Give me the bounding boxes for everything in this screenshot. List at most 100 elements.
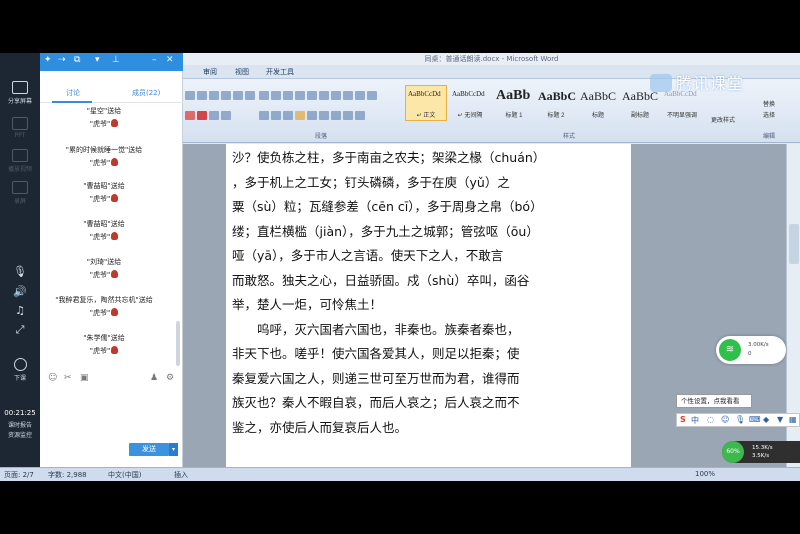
language-status[interactable]: 中文(中国) (108, 470, 141, 480)
tab-discussion[interactable]: 讨论 (66, 88, 80, 98)
resource-monitor-link[interactable]: 资源监控 (0, 430, 40, 439)
emoji-icon[interactable]: ☺ (721, 415, 729, 424)
classroom-sidebar: 分享屏幕 PPT 播放视频 录屏 🎙 🔊 ♫ ⤢ 下课 00:21:25 课时报… (0, 53, 40, 467)
network-speed-widget[interactable]: ≋ 3.00K/s 0 (716, 336, 786, 364)
shirt-icon[interactable]: ▼ (777, 415, 783, 424)
class-timer: 00:21:25 (4, 409, 36, 417)
close-icon[interactable]: ✕ (166, 55, 174, 65)
status-bar: 页面: 2/7 字数: 2,988 中文(中国) 插入 100% (0, 467, 800, 481)
window-title: 同桌：普通话朗读.docx - Microsoft Word (183, 53, 800, 65)
doc-line: 鉴之，亦使后人而复哀后人也。 (232, 419, 408, 435)
select-button[interactable]: 选择 (763, 110, 775, 119)
chat-message: "曹喆昭"送给 "虎爷" (83, 220, 125, 241)
tab-review[interactable]: 审阅 (203, 67, 217, 77)
emoji-icon[interactable]: ☺ (48, 373, 57, 383)
ppt-icon (12, 117, 28, 130)
users-icon[interactable]: ♟ (150, 373, 158, 383)
ime-mode[interactable]: 中 (691, 415, 699, 426)
replace-button[interactable]: 替换 (763, 99, 775, 108)
chat-message: "刘琦"送给 "虎爷" (86, 258, 122, 279)
voice-icon[interactable]: 🎙 (735, 415, 745, 424)
edit-group-label: 编辑 (763, 133, 776, 140)
style-title[interactable]: AaBbC 标题 (577, 85, 619, 121)
scissors-icon[interactable]: ✂ (64, 373, 72, 383)
ime-tooltip[interactable]: 个性设置，点我看看 (676, 394, 752, 408)
font-color-icons[interactable] (185, 111, 231, 120)
system-monitor-widget[interactable]: 60% 15.3K/s 3.5K/s (722, 441, 800, 463)
style-heading-2[interactable]: AaBbC 标题 2 (535, 85, 577, 121)
record-button[interactable]: 录屏 (0, 181, 40, 205)
chat-panel: ✦ ⇢ ⧉ ▾ ⊥ – ✕ 讨论 成员(22) "星空"送给 "虎爷" "累的时… (40, 53, 183, 467)
class-report-link[interactable]: 课时报告 (0, 420, 40, 429)
tab-developer[interactable]: 开发工具 (266, 67, 294, 77)
play-video-button[interactable]: 播放视频 (0, 149, 40, 173)
minimize-icon[interactable]: – (152, 55, 157, 65)
fullscreen-icon[interactable]: ⤢ (0, 323, 40, 337)
paragraph-group-label: 段落 (315, 133, 328, 140)
image-icon[interactable]: ▣ (80, 373, 89, 383)
keyboard-icon[interactable]: ⌨ (749, 415, 761, 424)
zoom-level[interactable]: 100% (695, 470, 715, 478)
doc-line: 秦复爱六国之人，则递三世可至万世而为君，谁得而 (232, 370, 520, 386)
font-format-icons[interactable] (185, 91, 255, 100)
chat-input-toolbar: ☺ ✂ ▣ ♟ ⚙ (48, 373, 176, 385)
active-tab-indicator (52, 101, 92, 103)
settings-icon[interactable]: ✦ (44, 55, 52, 65)
rose-icon (111, 346, 119, 354)
tab-view[interactable]: 视图 (235, 67, 249, 77)
speaker-icon[interactable]: 🔊 (0, 285, 40, 298)
insert-mode[interactable]: 插入 (174, 470, 188, 480)
download-speed: 0 (748, 351, 752, 357)
rose-icon (111, 158, 119, 166)
page-count[interactable]: 页面: 2/7 (4, 470, 34, 480)
doc-line: 沙？使负栋之柱，多于南亩之农夫；架梁之椽（chuán） (232, 150, 546, 165)
send-options-chevron-icon[interactable]: ▾ (169, 443, 178, 456)
rose-icon (111, 232, 119, 240)
chat-message: "累的时候就睡一觉"送给 "虎爷" (65, 146, 143, 167)
align-icons[interactable] (259, 111, 365, 120)
video-icon (12, 149, 28, 162)
play-logo-icon (650, 74, 672, 92)
gear-icon[interactable]: ⚙ (166, 373, 174, 383)
rose-icon (111, 194, 119, 202)
chat-scrollbar[interactable] (176, 321, 180, 366)
change-styles-button[interactable]: 更改样式 (711, 115, 735, 124)
doc-line: ，多于机上之工女；钉头磷磷，多于在庾（yǔ）之 (232, 174, 510, 190)
chat-tabs: 讨论 成员(22) (40, 81, 183, 103)
rose-icon (111, 119, 119, 127)
style-normal[interactable]: AaBbCcDd ↵ 正文 (405, 85, 447, 121)
send-button[interactable]: 发送 (129, 443, 169, 456)
ppt-button[interactable]: PPT (0, 117, 40, 139)
skin-icon[interactable]: ◆ (763, 415, 769, 424)
styles-group-label: 样式 (563, 133, 576, 140)
upload-speed: 3.00K/s (748, 342, 769, 348)
rose-icon (111, 270, 119, 278)
style-no-spacing[interactable]: AaBbCcDd ↵ 无间隔 (449, 85, 491, 121)
net-upload: 15.3K/s (752, 445, 773, 451)
chat-message: "我醉君复乐，陶然共忘机"送给 "虎爷" (55, 296, 153, 317)
sogou-icon[interactable]: S (680, 415, 686, 424)
tab-members[interactable]: 成员(22) (132, 88, 160, 98)
word-count[interactable]: 字数: 2,988 (48, 470, 87, 480)
end-class-button[interactable]: 下课 (0, 358, 40, 382)
grid-icon[interactable]: ▦ (789, 415, 797, 424)
input-method-bar[interactable]: S 中 ◌ ☺ 🎙 ⌨ ◆ ▼ ▦ (676, 413, 800, 427)
microphone-icon[interactable]: 🎙 (0, 265, 40, 278)
tencent-classroom-logo: 腾讯课堂 (650, 70, 744, 94)
punctuation-icon[interactable]: ◌ (707, 415, 714, 424)
scrollbar-thumb[interactable] (789, 224, 799, 264)
share-screen-button[interactable]: 分享屏幕 (0, 81, 40, 105)
music-icon[interactable]: ♫ (0, 304, 40, 317)
chat-toolbar: ✦ ⇢ ⧉ ▾ ⊥ – ✕ (40, 53, 183, 71)
chat-message: "朱学儒"送给 "虎爷" (83, 334, 125, 355)
doc-line: 举，楚人一炬，可怜焦土！ (232, 297, 383, 312)
popout-icon[interactable]: ⧉ (74, 55, 80, 65)
net-download: 3.5K/s (752, 453, 770, 459)
share-icon[interactable]: ⇢ (58, 55, 66, 65)
pin-icon[interactable]: ⊥ (112, 55, 120, 65)
document-text[interactable]: 沙？使负栋之柱，多于南亩之农夫；架梁之椽（chuán） ，多于机上之工女；钉头磷… (232, 146, 567, 440)
chevron-down-icon[interactable]: ▾ (95, 55, 100, 65)
list-icons[interactable] (259, 91, 377, 100)
style-heading-1[interactable]: AaBb 标题 1 (493, 85, 535, 121)
doc-line: 粟（sù）粒；瓦缝参差（cēn cī），多于周身之帛（bó） (232, 199, 543, 214)
